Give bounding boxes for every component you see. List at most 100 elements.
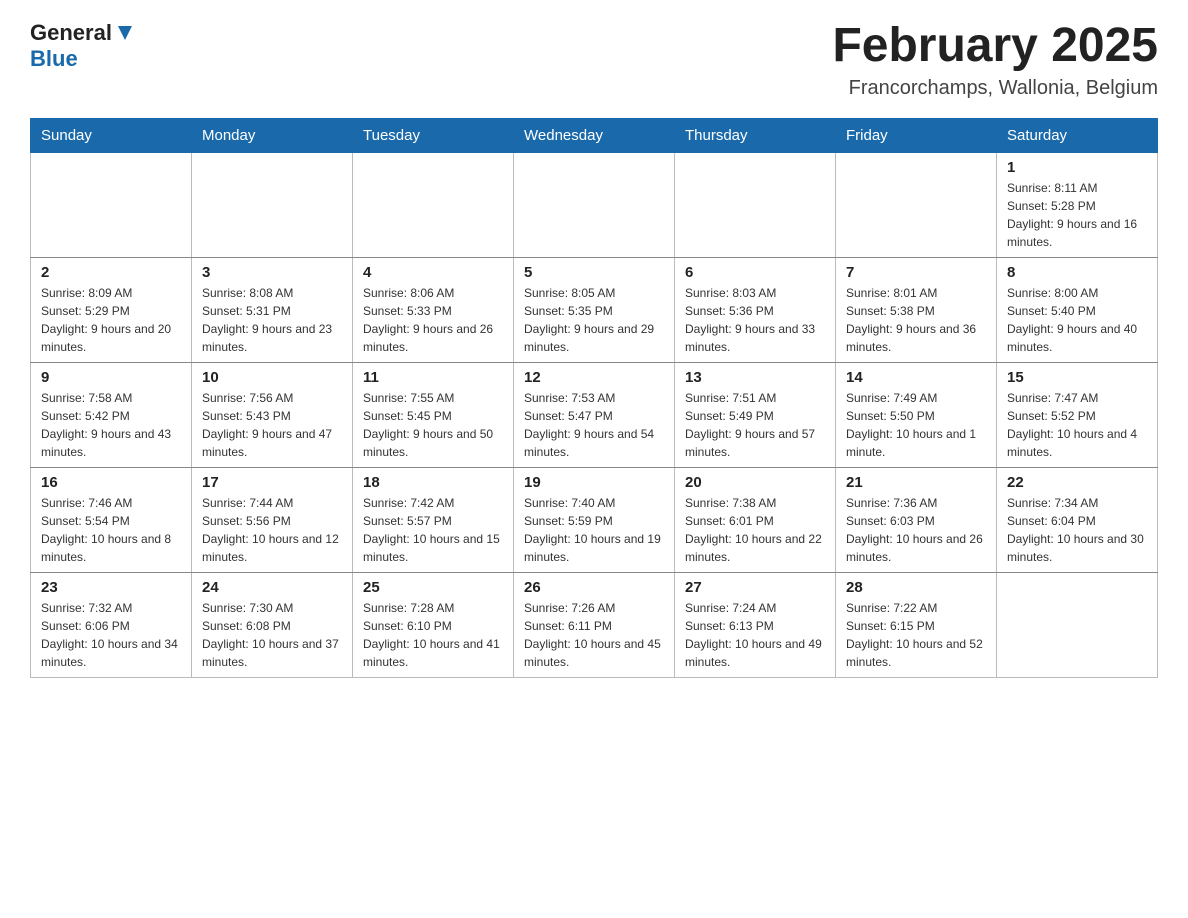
day-info: Sunrise: 7:38 AMSunset: 6:01 PMDaylight:… <box>685 494 825 566</box>
calendar-cell: 13 Sunrise: 7:51 AMSunset: 5:49 PMDayligh… <box>675 362 836 467</box>
header-wednesday: Wednesday <box>514 118 675 152</box>
month-title: February 2025 <box>832 20 1158 73</box>
day-info: Sunrise: 7:34 AMSunset: 6:04 PMDaylight:… <box>1007 494 1147 566</box>
calendar-cell: 15 Sunrise: 7:47 AMSunset: 5:52 PMDayligh… <box>997 362 1158 467</box>
day-number: 7 <box>846 264 986 281</box>
calendar-cell: 12Sunrise: 7:53 AMSunset: 5:47 PMDayligh… <box>514 362 675 467</box>
calendar-cell <box>192 152 353 257</box>
day-number: 24 <box>202 579 342 596</box>
calendar-cell <box>514 152 675 257</box>
week-row-5: 23Sunrise: 7:32 AMSunset: 6:06 PMDayligh… <box>31 572 1158 677</box>
day-info: Sunrise: 7:42 AMSunset: 5:57 PMDaylight:… <box>363 494 503 566</box>
day-number: 19 <box>524 474 664 491</box>
calendar-cell: 6 Sunrise: 8:03 AMSunset: 5:36 PMDaylight… <box>675 257 836 362</box>
calendar-header-row: SundayMondayTuesdayWednesdayThursdayFrid… <box>31 118 1158 152</box>
calendar-cell: 3 Sunrise: 8:08 AMSunset: 5:31 PMDaylight… <box>192 257 353 362</box>
day-info: Sunrise: 7:30 AMSunset: 6:08 PMDaylight:… <box>202 599 342 671</box>
day-info: Sunrise: 8:05 AMSunset: 5:35 PMDaylight:… <box>524 284 664 356</box>
day-info: Sunrise: 7:44 AMSunset: 5:56 PMDaylight:… <box>202 494 342 566</box>
logo-general-text: General <box>30 20 112 46</box>
header-friday: Friday <box>836 118 997 152</box>
page-header: General Blue February 2025 Francorchamps… <box>30 20 1158 100</box>
day-number: 8 <box>1007 264 1147 281</box>
day-number: 9 <box>41 369 181 386</box>
day-number: 14 <box>846 369 986 386</box>
logo-blue-text: Blue <box>30 46 136 72</box>
calendar-table: SundayMondayTuesdayWednesdayThursdayFrid… <box>30 118 1158 678</box>
header-monday: Monday <box>192 118 353 152</box>
day-number: 2 <box>41 264 181 281</box>
day-info: Sunrise: 8:00 AMSunset: 5:40 PMDaylight:… <box>1007 284 1147 356</box>
day-number: 25 <box>363 579 503 596</box>
day-number: 1 <box>1007 159 1147 176</box>
header-tuesday: Tuesday <box>353 118 514 152</box>
calendar-cell <box>675 152 836 257</box>
day-number: 18 <box>363 474 503 491</box>
day-number: 13 <box>685 369 825 386</box>
day-info: Sunrise: 7:47 AMSunset: 5:52 PMDaylight:… <box>1007 389 1147 461</box>
calendar-cell: 18 Sunrise: 7:42 AMSunset: 5:57 PMDayligh… <box>353 467 514 572</box>
calendar-cell: 21 Sunrise: 7:36 AMSunset: 6:03 PMDayligh… <box>836 467 997 572</box>
day-info: Sunrise: 8:03 AMSunset: 5:36 PMDaylight:… <box>685 284 825 356</box>
day-number: 17 <box>202 474 342 491</box>
calendar-cell: 11Sunrise: 7:55 AMSunset: 5:45 PMDayligh… <box>353 362 514 467</box>
day-number: 27 <box>685 579 825 596</box>
day-number: 28 <box>846 579 986 596</box>
day-number: 15 <box>1007 369 1147 386</box>
day-number: 22 <box>1007 474 1147 491</box>
day-info: Sunrise: 7:49 AMSunset: 5:50 PMDaylight:… <box>846 389 986 461</box>
calendar-cell: 25 Sunrise: 7:28 AMSunset: 6:10 PMDayligh… <box>353 572 514 677</box>
header-saturday: Saturday <box>997 118 1158 152</box>
day-info: Sunrise: 8:01 AMSunset: 5:38 PMDaylight:… <box>846 284 986 356</box>
calendar-cell: 24 Sunrise: 7:30 AMSunset: 6:08 PMDayligh… <box>192 572 353 677</box>
day-info: Sunrise: 7:58 AMSunset: 5:42 PMDaylight:… <box>41 389 181 461</box>
logo: General Blue <box>30 20 136 72</box>
day-info: Sunrise: 7:32 AMSunset: 6:06 PMDaylight:… <box>41 599 181 671</box>
calendar-cell: 27 Sunrise: 7:24 AMSunset: 6:13 PMDayligh… <box>675 572 836 677</box>
calendar-cell <box>836 152 997 257</box>
calendar-cell <box>997 572 1158 677</box>
header-sunday: Sunday <box>31 118 192 152</box>
day-number: 10 <box>202 369 342 386</box>
calendar-cell: 9 Sunrise: 7:58 AMSunset: 5:42 PMDaylight… <box>31 362 192 467</box>
day-number: 4 <box>363 264 503 281</box>
calendar-cell <box>31 152 192 257</box>
day-info: Sunrise: 8:09 AMSunset: 5:29 PMDaylight:… <box>41 284 181 356</box>
header-thursday: Thursday <box>675 118 836 152</box>
day-number: 5 <box>524 264 664 281</box>
day-info: Sunrise: 7:22 AMSunset: 6:15 PMDaylight:… <box>846 599 986 671</box>
calendar-cell: 20Sunrise: 7:38 AMSunset: 6:01 PMDayligh… <box>675 467 836 572</box>
day-number: 6 <box>685 264 825 281</box>
calendar-cell: 5 Sunrise: 8:05 AMSunset: 5:35 PMDaylight… <box>514 257 675 362</box>
logo-triangle-icon <box>114 22 136 44</box>
week-row-3: 9 Sunrise: 7:58 AMSunset: 5:42 PMDaylight… <box>31 362 1158 467</box>
day-info: Sunrise: 7:26 AMSunset: 6:11 PMDaylight:… <box>524 599 664 671</box>
calendar-cell <box>353 152 514 257</box>
calendar-cell: 8 Sunrise: 8:00 AMSunset: 5:40 PMDaylight… <box>997 257 1158 362</box>
day-info: Sunrise: 7:36 AMSunset: 6:03 PMDaylight:… <box>846 494 986 566</box>
day-info: Sunrise: 8:08 AMSunset: 5:31 PMDaylight:… <box>202 284 342 356</box>
day-number: 3 <box>202 264 342 281</box>
calendar-cell: 23Sunrise: 7:32 AMSunset: 6:06 PMDayligh… <box>31 572 192 677</box>
week-row-2: 2 Sunrise: 8:09 AMSunset: 5:29 PMDaylight… <box>31 257 1158 362</box>
day-number: 12 <box>524 369 664 386</box>
day-info: Sunrise: 7:51 AMSunset: 5:49 PMDaylight:… <box>685 389 825 461</box>
calendar-cell: 4Sunrise: 8:06 AMSunset: 5:33 PMDaylight… <box>353 257 514 362</box>
calendar-cell: 10Sunrise: 7:56 AMSunset: 5:43 PMDayligh… <box>192 362 353 467</box>
location-title: Francorchamps, Wallonia, Belgium <box>832 77 1158 100</box>
week-row-4: 16 Sunrise: 7:46 AMSunset: 5:54 PMDayligh… <box>31 467 1158 572</box>
calendar-cell: 17 Sunrise: 7:44 AMSunset: 5:56 PMDayligh… <box>192 467 353 572</box>
calendar-cell: 7 Sunrise: 8:01 AMSunset: 5:38 PMDaylight… <box>836 257 997 362</box>
day-info: Sunrise: 7:28 AMSunset: 6:10 PMDaylight:… <box>363 599 503 671</box>
calendar-cell: 16 Sunrise: 7:46 AMSunset: 5:54 PMDayligh… <box>31 467 192 572</box>
calendar-cell: 2 Sunrise: 8:09 AMSunset: 5:29 PMDaylight… <box>31 257 192 362</box>
calendar-cell: 28 Sunrise: 7:22 AMSunset: 6:15 PMDayligh… <box>836 572 997 677</box>
day-info: Sunrise: 7:46 AMSunset: 5:54 PMDaylight:… <box>41 494 181 566</box>
day-number: 26 <box>524 579 664 596</box>
day-number: 16 <box>41 474 181 491</box>
day-info: Sunrise: 7:24 AMSunset: 6:13 PMDaylight:… <box>685 599 825 671</box>
day-number: 21 <box>846 474 986 491</box>
calendar-cell: 26 Sunrise: 7:26 AMSunset: 6:11 PMDayligh… <box>514 572 675 677</box>
day-number: 11 <box>363 369 503 386</box>
calendar-cell: 14 Sunrise: 7:49 AMSunset: 5:50 PMDayligh… <box>836 362 997 467</box>
